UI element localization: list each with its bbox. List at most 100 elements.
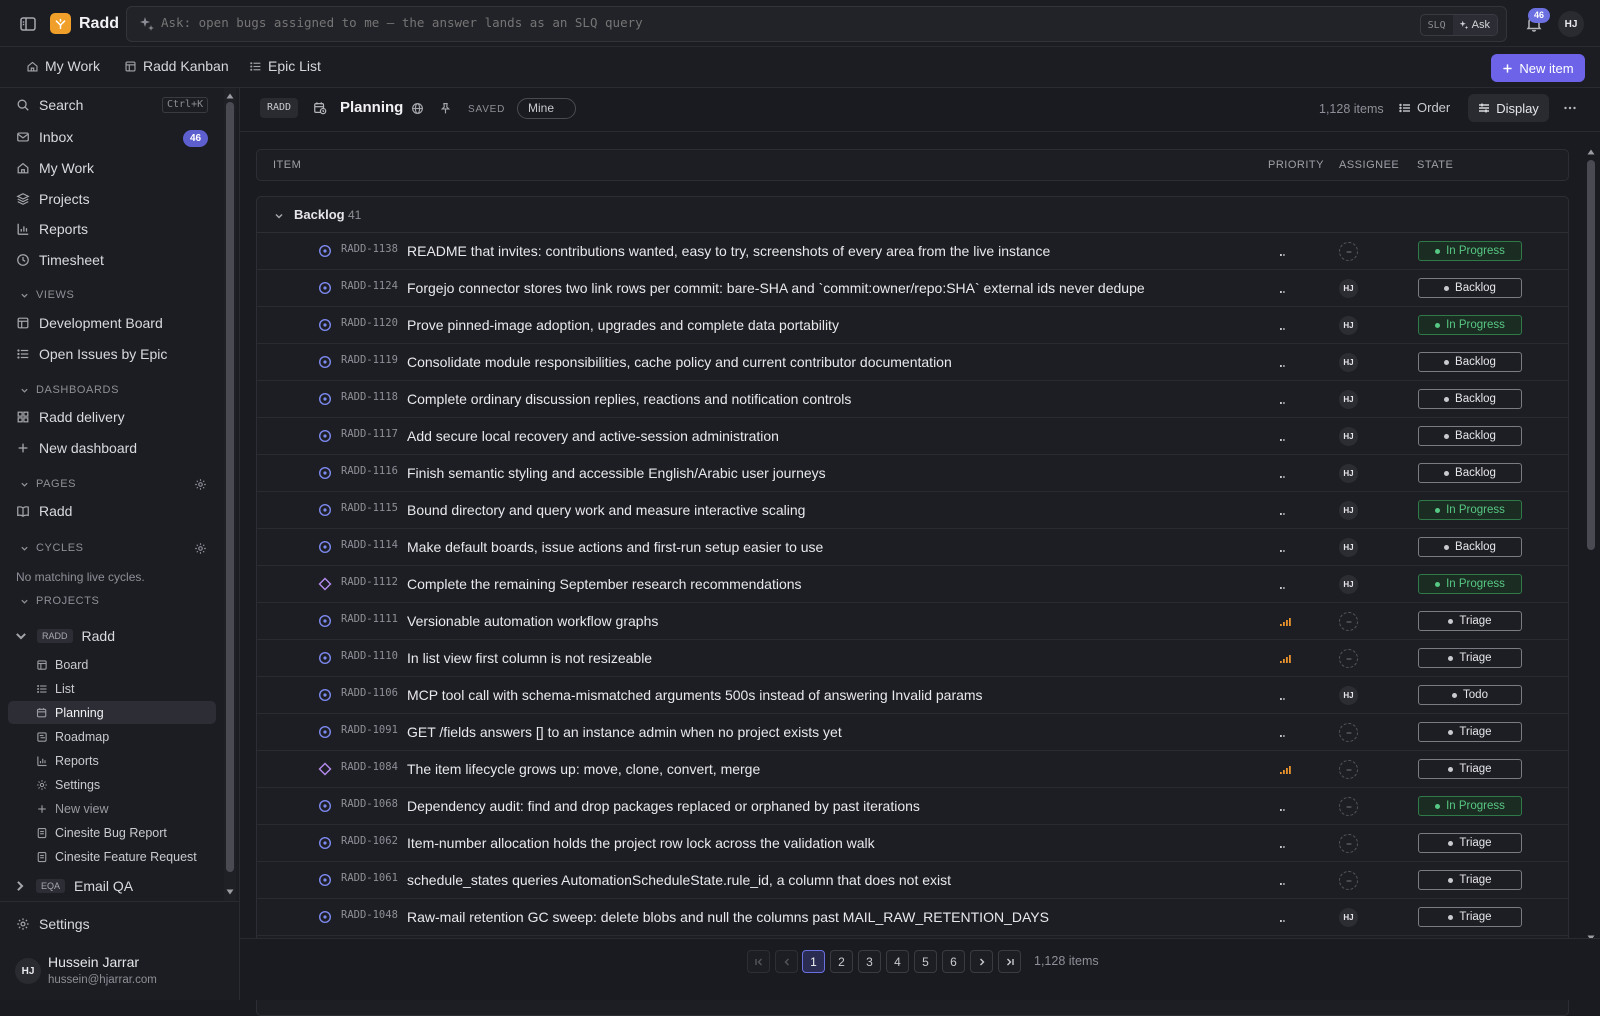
table-row[interactable]: RADD-1118 Complete ordinary discussion re…: [257, 381, 1568, 418]
assignee-avatar[interactable]: HJ: [1339, 353, 1358, 372]
user-avatar[interactable]: HJ: [1558, 11, 1584, 37]
unassigned-icon[interactable]: [1339, 242, 1358, 261]
item-title[interactable]: Make default boards, issue actions and f…: [407, 539, 823, 555]
item-key[interactable]: RADD-1111: [341, 613, 398, 625]
main-scroll-thumb[interactable]: [1587, 160, 1595, 550]
sidebar-item-reports[interactable]: Reports: [16, 221, 88, 237]
order-button[interactable]: Order: [1399, 100, 1450, 115]
sidebar-item-timesheet[interactable]: Timesheet: [16, 252, 104, 268]
table-row[interactable]: RADD-1117 Add secure local recovery and a…: [257, 418, 1568, 455]
priority-high-icon[interactable]: [1278, 652, 1292, 664]
priority-low-icon[interactable]: [1278, 578, 1292, 590]
sidebar-scroll-thumb[interactable]: [226, 102, 234, 872]
item-key[interactable]: RADD-1084: [341, 761, 398, 773]
page-button-1[interactable]: 1: [802, 950, 825, 973]
unassigned-icon[interactable]: [1339, 797, 1358, 816]
state-badge[interactable]: Triage: [1418, 833, 1522, 853]
item-title[interactable]: Bound directory and query work and measu…: [407, 502, 805, 518]
priority-low-icon[interactable]: [1278, 282, 1292, 294]
table-row[interactable]: RADD-1138 README that invites: contributi…: [257, 233, 1568, 270]
page-button-2[interactable]: 2: [830, 950, 853, 973]
item-title[interactable]: In list view first column is not resizea…: [407, 650, 652, 666]
assignee-avatar[interactable]: HJ: [1339, 686, 1358, 705]
project-radd[interactable]: RADD Radd: [14, 628, 115, 644]
project-view-roadmap[interactable]: Roadmap: [36, 730, 109, 744]
unassigned-icon[interactable]: [1339, 834, 1358, 853]
priority-high-icon[interactable]: [1278, 763, 1292, 775]
first-page-button[interactable]: [747, 950, 770, 973]
ask-bar[interactable]: SLQ Ask: [126, 6, 1507, 42]
state-badge[interactable]: In Progress: [1418, 500, 1522, 520]
state-badge[interactable]: Triage: [1418, 611, 1522, 631]
page-button-6[interactable]: 6: [942, 950, 965, 973]
state-badge[interactable]: In Progress: [1418, 796, 1522, 816]
mine-filter-chip[interactable]: Mine: [517, 98, 576, 119]
main-scrollbar[interactable]: [1585, 146, 1597, 944]
display-button[interactable]: Display: [1468, 94, 1549, 122]
item-key[interactable]: RADD-1117: [341, 428, 398, 440]
item-title[interactable]: The item lifecycle grows up: move, clone…: [407, 761, 760, 777]
table-row[interactable]: RADD-1119 Consolidate module responsibili…: [257, 344, 1568, 381]
sidebar-item-my-work[interactable]: My Work: [16, 160, 94, 176]
item-key[interactable]: RADD-1062: [341, 835, 398, 847]
item-key[interactable]: RADD-1106: [341, 687, 398, 699]
table-row[interactable]: RADD-1048 Raw-mail retention GC sweep: de…: [257, 899, 1568, 936]
unassigned-icon[interactable]: [1339, 760, 1358, 779]
new-dashboard-button[interactable]: New dashboard: [16, 440, 137, 456]
table-row[interactable]: RADD-1091 GET /fields answers [] to an in…: [257, 714, 1568, 751]
unassigned-icon[interactable]: [1339, 871, 1358, 890]
assignee-avatar[interactable]: HJ: [1339, 908, 1358, 927]
item-title[interactable]: Finish semantic styling and accessible E…: [407, 465, 826, 481]
table-row[interactable]: RADD-1120 Prove pinned-image adoption, up…: [257, 307, 1568, 344]
item-title[interactable]: README that invites: contributions wante…: [407, 243, 1050, 259]
scroll-up-arrow-icon[interactable]: [226, 92, 234, 100]
more-options-icon[interactable]: [1562, 100, 1578, 116]
item-key[interactable]: RADD-1091: [341, 724, 398, 736]
table-row[interactable]: RADD-1068 Dependency audit: find and drop…: [257, 788, 1568, 825]
page-button-5[interactable]: 5: [914, 950, 937, 973]
item-key[interactable]: RADD-1068: [341, 798, 398, 810]
priority-low-icon[interactable]: [1278, 800, 1292, 812]
globe-icon[interactable]: [411, 102, 424, 115]
priority-low-icon[interactable]: [1278, 837, 1292, 849]
sidebar-scrollbar[interactable]: [224, 88, 236, 901]
priority-high-icon[interactable]: [1278, 615, 1292, 627]
assignee-avatar[interactable]: HJ: [1339, 538, 1358, 557]
state-badge[interactable]: Backlog: [1418, 463, 1522, 483]
priority-low-icon[interactable]: [1278, 430, 1292, 442]
tab-my-work[interactable]: My Work: [26, 58, 100, 74]
item-title[interactable]: Complete the remaining September researc…: [407, 576, 802, 592]
state-badge[interactable]: Triage: [1418, 648, 1522, 668]
pages-settings-icon[interactable]: [194, 478, 207, 491]
priority-low-icon[interactable]: [1278, 393, 1292, 405]
project-view-reports[interactable]: Reports: [36, 754, 99, 768]
state-badge[interactable]: In Progress: [1418, 241, 1522, 261]
assignee-avatar[interactable]: HJ: [1339, 279, 1358, 298]
item-key[interactable]: RADD-1116: [341, 465, 398, 477]
state-badge[interactable]: Triage: [1418, 759, 1522, 779]
cycles-settings-icon[interactable]: [194, 542, 207, 555]
item-title[interactable]: Raw-mail retention GC sweep: delete blob…: [407, 909, 1049, 925]
table-row[interactable]: RADD-1124 Forgejo connector stores two li…: [257, 270, 1568, 307]
project-key-tag[interactable]: RADD: [260, 98, 299, 118]
assignee-avatar[interactable]: HJ: [1339, 390, 1358, 409]
item-title[interactable]: GET /fields answers [] to an instance ad…: [407, 724, 842, 740]
sidebar-item-inbox[interactable]: Inbox: [16, 129, 73, 145]
state-badge[interactable]: Backlog: [1418, 426, 1522, 446]
brand[interactable]: Radd: [50, 13, 119, 34]
priority-low-icon[interactable]: [1278, 541, 1292, 553]
new-item-button[interactable]: New item: [1491, 54, 1585, 82]
item-title[interactable]: Complete ordinary discussion replies, re…: [407, 391, 851, 407]
assignee-avatar[interactable]: HJ: [1339, 464, 1358, 483]
state-badge[interactable]: Backlog: [1418, 537, 1522, 557]
item-key[interactable]: RADD-1120: [341, 317, 398, 329]
projects-section-header[interactable]: Projects: [20, 595, 99, 607]
scroll-up-arrow-icon[interactable]: [1587, 148, 1595, 156]
sidebar-item-open-issues-by-epic[interactable]: Open Issues by Epic: [16, 346, 167, 362]
sidebar-item-radd-delivery[interactable]: Radd delivery: [16, 409, 125, 425]
table-row[interactable]: RADD-1110 In list view first column is no…: [257, 640, 1568, 677]
next-page-button[interactable]: [970, 950, 993, 973]
priority-low-icon[interactable]: [1278, 245, 1292, 257]
item-key[interactable]: RADD-1118: [341, 391, 398, 403]
table-row[interactable]: RADD-1116 Finish semantic styling and acc…: [257, 455, 1568, 492]
